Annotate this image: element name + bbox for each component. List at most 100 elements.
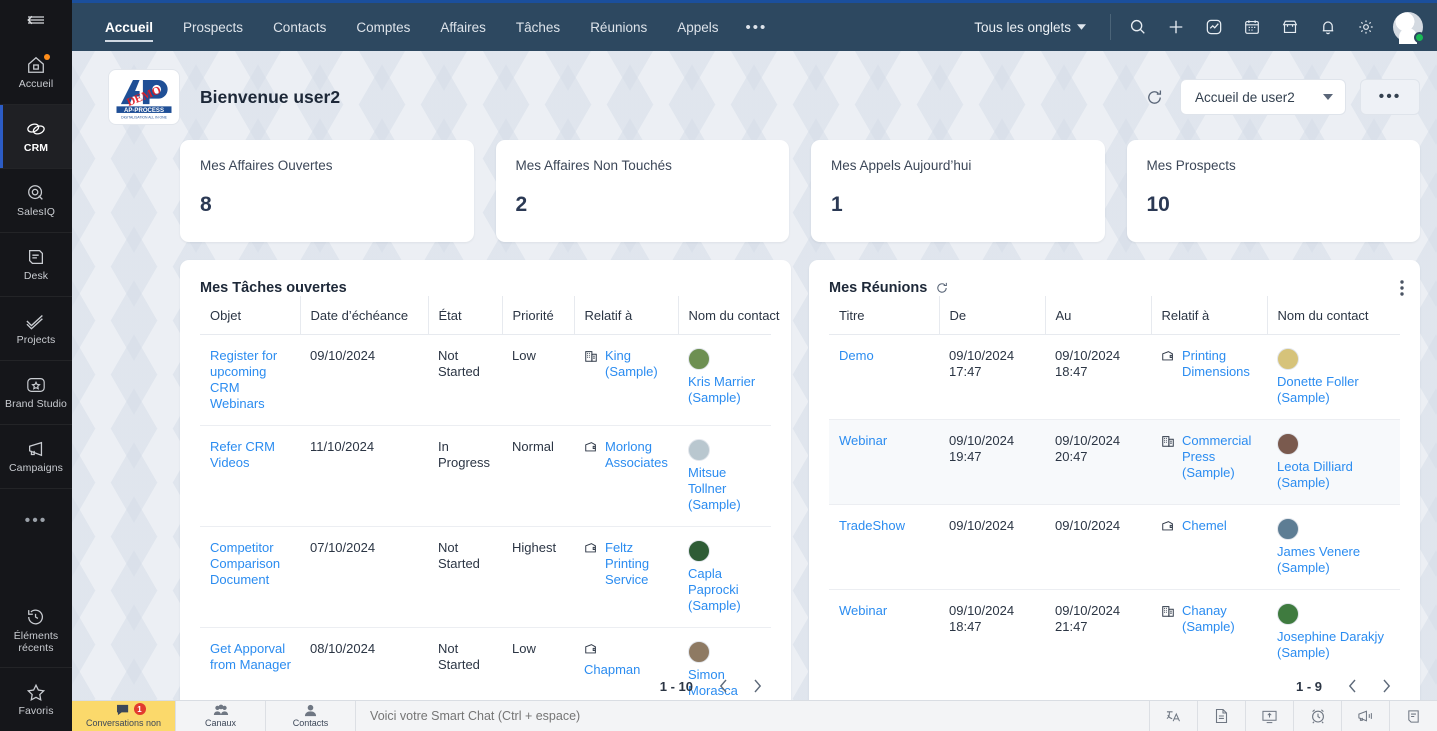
table-row[interactable]: Competitor Comparison Document 07/10/202… [200, 527, 771, 628]
settings-button[interactable] [1347, 8, 1385, 46]
sidebar-item-salesiq[interactable]: SalesIQ [0, 168, 72, 232]
kpi-card-affaires-non-touches[interactable]: Mes Affaires Non Touchés 2 [496, 140, 790, 242]
sidebar-item-projects[interactable]: Projects [0, 296, 72, 360]
chevron-left-icon [719, 679, 728, 693]
document-button[interactable] [1197, 701, 1245, 731]
chat-tab-contacts[interactable]: Contacts [266, 701, 356, 731]
task-link[interactable]: Get Apporval from Manager [210, 641, 291, 672]
sidebar-item-accueil[interactable]: Accueil [0, 40, 72, 104]
meeting-link[interactable]: TradeShow [839, 518, 905, 533]
related-link[interactable]: King (Sample) [605, 348, 670, 380]
contact-link[interactable]: Mitsue Tollner (Sample) [688, 465, 763, 513]
add-button[interactable] [1157, 8, 1195, 46]
avatar[interactable] [1393, 12, 1423, 42]
refresh-icon[interactable] [935, 281, 949, 295]
table-row[interactable]: Webinar 09/10/2024 18:47 09/10/2024 21:4… [829, 590, 1400, 675]
kpi-card-affaires-ouvertes[interactable]: Mes Affaires Ouvertes 8 [180, 140, 474, 242]
calendar-button[interactable] [1233, 8, 1271, 46]
rail-collapse-button[interactable] [0, 0, 72, 40]
meeting-link[interactable]: Webinar [839, 603, 887, 618]
tab-appels[interactable]: Appels [662, 3, 733, 51]
smart-chat-bar: 1 Conversations non Canaux Contacts [72, 700, 1437, 731]
pager-next-button[interactable] [1372, 672, 1400, 700]
column-header-date-echeance[interactable]: Date d’échéance [300, 296, 428, 335]
smart-chat-input[interactable] [356, 701, 1149, 731]
tab-contacts[interactable]: Contacts [258, 3, 341, 51]
screen-share-button[interactable] [1245, 701, 1293, 731]
sidebar-item-label: Desk [22, 270, 50, 282]
contact-link[interactable]: Capla Paprocki (Sample) [688, 566, 763, 614]
sidebar-item-recent[interactable]: Éléments récents [0, 593, 72, 667]
column-header-etat[interactable]: État [428, 296, 502, 335]
contact-link[interactable]: Donette Foller (Sample) [1277, 374, 1392, 406]
refresh-dashboard-button[interactable] [1142, 85, 1166, 109]
translate-button[interactable] [1149, 701, 1197, 731]
pager-next-button[interactable] [743, 672, 771, 700]
column-header-relatif-a[interactable]: Relatif à [1151, 296, 1267, 335]
tab-taches[interactable]: Tâches [501, 3, 575, 51]
activity-button[interactable] [1195, 8, 1233, 46]
contact-link[interactable]: Josephine Darakjy (Sample) [1277, 629, 1392, 661]
tab-affaires[interactable]: Affaires [425, 3, 501, 51]
table-row[interactable]: Webinar 09/10/2024 19:47 09/10/2024 20:4… [829, 420, 1400, 505]
pager-prev-button[interactable] [1338, 672, 1366, 700]
task-link[interactable]: Register for upcoming CRM Webinars [210, 348, 277, 411]
tab-accueil[interactable]: Accueil [90, 3, 168, 51]
column-header-au[interactable]: Au [1045, 296, 1151, 335]
tab-overflow-button[interactable]: ••• [734, 19, 780, 36]
pager-prev-button[interactable] [709, 672, 737, 700]
contact-link[interactable]: Leota Dilliard (Sample) [1277, 459, 1392, 491]
column-header-objet[interactable]: Objet [200, 296, 300, 335]
kpi-card-appels-aujourdhui[interactable]: Mes Appels Aujourd’hui 1 [811, 140, 1105, 242]
related-link[interactable]: Commercial Press (Sample) [1182, 433, 1259, 481]
related-link[interactable]: Feltz Printing Service [605, 540, 670, 588]
archive-button[interactable] [1389, 701, 1437, 731]
column-header-nom-du-contact[interactable]: Nom du contact [678, 296, 771, 335]
tab-prospects[interactable]: Prospects [168, 3, 258, 51]
column-header-nom-du-contact[interactable]: Nom du contact [1267, 296, 1400, 335]
sidebar-item-desk[interactable]: Desk [0, 232, 72, 296]
cell-relatif: Morlong Associates [574, 426, 678, 527]
search-button[interactable] [1119, 8, 1157, 46]
cell-au: 09/10/2024 18:47 [1045, 335, 1151, 420]
sidebar-item-crm[interactable]: CRM [0, 104, 72, 168]
column-header-relatif-a[interactable]: Relatif à [574, 296, 678, 335]
main-region: Accueil Prospects Contacts Comptes Affai… [72, 0, 1437, 731]
table-row[interactable]: Refer CRM Videos 11/10/2024 In Progress … [200, 426, 771, 527]
sidebar-item-campaigns[interactable]: Campaigns [0, 424, 72, 488]
meeting-link[interactable]: Demo [839, 348, 874, 363]
task-link[interactable]: Refer CRM Videos [210, 439, 275, 470]
sidebar-more-button[interactable]: ••• [0, 488, 72, 552]
contact-link[interactable]: Kris Marrier (Sample) [688, 374, 763, 406]
tab-comptes[interactable]: Comptes [341, 3, 425, 51]
reminder-button[interactable] [1293, 701, 1341, 731]
column-header-priorite[interactable]: Priorité [502, 296, 574, 335]
column-header-de[interactable]: De [939, 296, 1045, 335]
sidebar-item-favoris[interactable]: Favoris [0, 667, 72, 731]
related-link[interactable]: Morlong Associates [605, 439, 670, 471]
all-tabs-dropdown[interactable]: Tous les onglets [974, 20, 1102, 35]
related-link[interactable]: Printing Dimensions [1182, 348, 1259, 380]
chat-tab-canaux[interactable]: Canaux [176, 701, 266, 731]
panel-kebab-menu[interactable] [1400, 280, 1404, 301]
notifications-button[interactable] [1309, 8, 1347, 46]
panel-title-label: Mes Tâches ouvertes [200, 280, 347, 296]
related-link[interactable]: Chemel [1182, 518, 1227, 534]
task-link[interactable]: Competitor Comparison Document [210, 540, 280, 587]
table-row[interactable]: Demo 09/10/2024 17:47 09/10/2024 18:47 P… [829, 335, 1400, 420]
marketplace-button[interactable] [1271, 8, 1309, 46]
announce-button[interactable] [1341, 701, 1389, 731]
chat-tab-conversations[interactable]: 1 Conversations non [72, 701, 176, 731]
meeting-link[interactable]: Webinar [839, 433, 887, 448]
contact-link[interactable]: James Venere (Sample) [1277, 544, 1392, 576]
sidebar-item-brand-studio[interactable]: Brand Studio [0, 360, 72, 424]
kpi-card-prospects[interactable]: Mes Prospects 10 [1127, 140, 1421, 242]
tasks-table-body: Register for upcoming CRM Webinars 09/10… [200, 335, 771, 713]
tab-reunions[interactable]: Réunions [575, 3, 662, 51]
table-row[interactable]: TradeShow 09/10/2024 09/10/2024 Chemel [829, 505, 1400, 590]
related-link[interactable]: Chanay (Sample) [1182, 603, 1259, 635]
dashboard-more-button[interactable]: ••• [1360, 79, 1420, 115]
table-row[interactable]: Register for upcoming CRM Webinars 09/10… [200, 335, 771, 426]
dashboard-select[interactable]: Accueil de user2 [1180, 79, 1346, 115]
column-header-titre[interactable]: Titre [829, 296, 939, 335]
